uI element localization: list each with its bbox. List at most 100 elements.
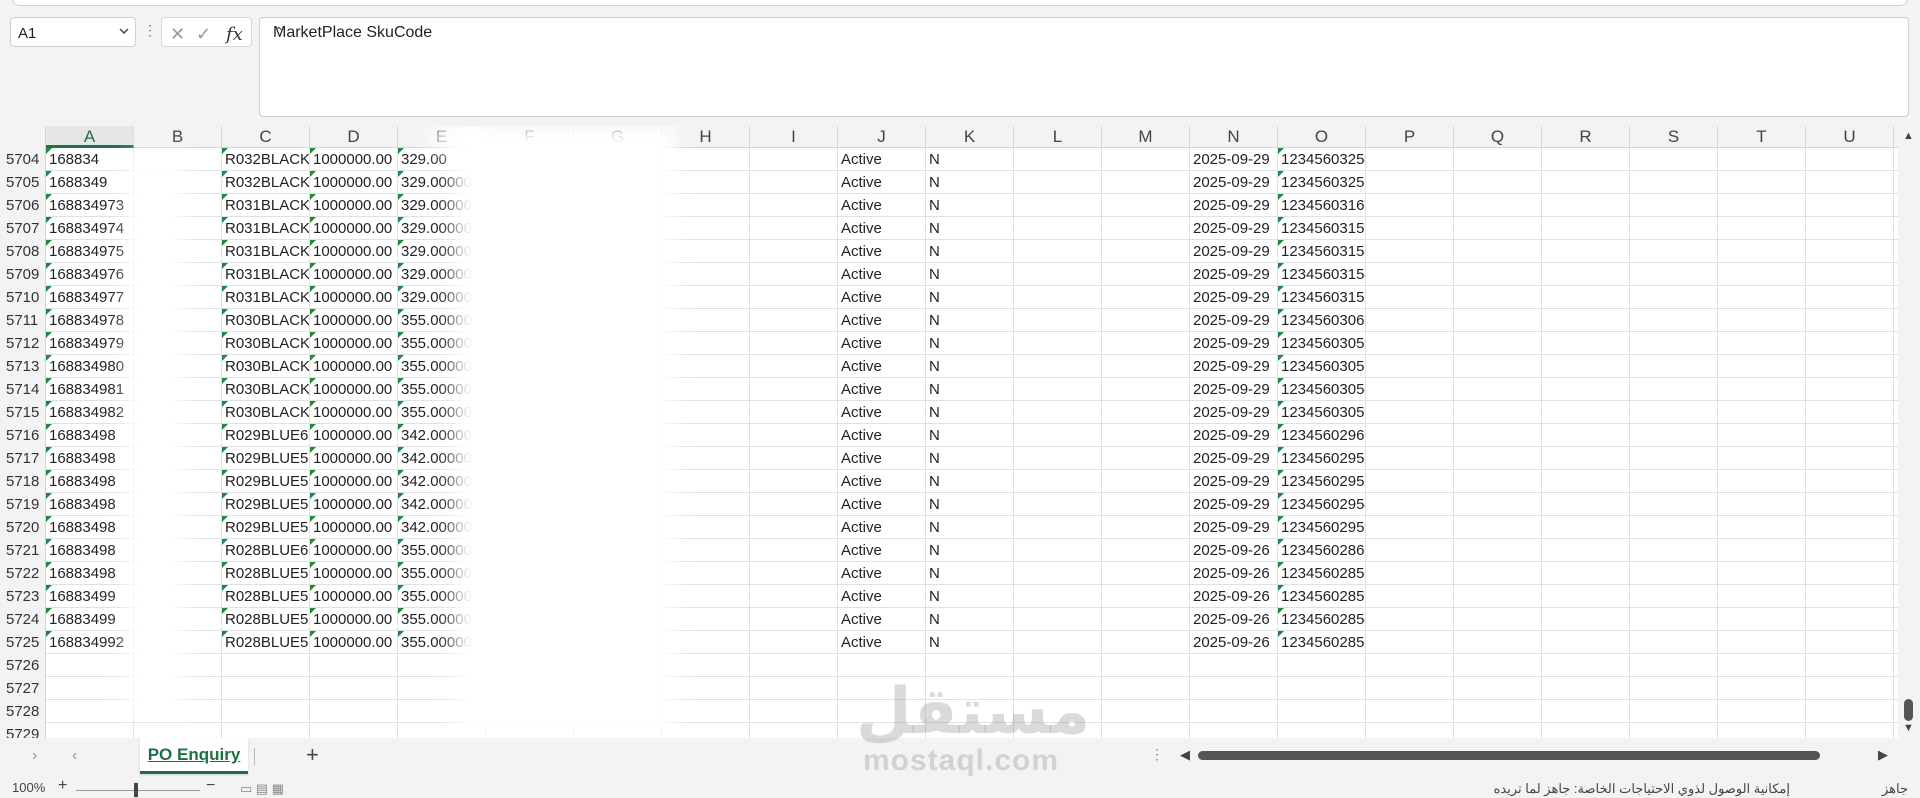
cell-t[interactable] [1718,562,1806,585]
cell-o[interactable]: 12345603152 [1278,286,1366,309]
cell-c[interactable]: R032BLACK! [222,148,310,171]
cell-t[interactable] [1718,700,1806,723]
cell-n[interactable]: 2025-09-29 [1190,516,1278,539]
cell-a[interactable]: 168834976 [46,263,134,286]
cell-a[interactable] [46,654,134,677]
cell-c[interactable]: R030BLACK! [222,378,310,401]
cell-u[interactable] [1806,309,1894,332]
cell-a[interactable]: 168834977 [46,286,134,309]
cell-s[interactable] [1630,585,1718,608]
cell-n[interactable] [1190,677,1278,700]
cell-d[interactable] [310,677,398,700]
cell-o[interactable]: 12345602958 [1278,447,1366,470]
cell-p[interactable] [1366,654,1454,677]
cell-h[interactable] [662,217,750,240]
cell-p[interactable] [1366,332,1454,355]
cell-n[interactable]: 2025-09-29 [1190,148,1278,171]
cell-d[interactable] [310,723,398,738]
cell-k[interactable]: N [926,470,1014,493]
row-header[interactable]: 5725 [0,631,46,654]
cell-l[interactable] [1014,562,1102,585]
cell-q[interactable] [1454,263,1542,286]
cell-q[interactable] [1454,148,1542,171]
cell-s[interactable] [1630,493,1718,516]
cell-d[interactable]: 1000000.00 [310,263,398,286]
cell-l[interactable] [1014,194,1102,217]
cell-c[interactable]: R029BLUE6( [222,424,310,447]
cell-o[interactable]: 12345603252 [1278,171,1366,194]
cell-d[interactable]: 1000000.00 [310,378,398,401]
cell-a[interactable]: 16883498 [46,424,134,447]
cell-a[interactable]: 168834982 [46,401,134,424]
cell-k[interactable]: N [926,217,1014,240]
cell-m[interactable] [1102,378,1190,401]
cell-l[interactable] [1014,516,1102,539]
row-header[interactable]: 5711 [0,309,46,332]
row-header[interactable]: 5724 [0,608,46,631]
cell-c[interactable]: R028BLUE5! [222,562,310,585]
row-header[interactable]: 5710 [0,286,46,309]
cell-h[interactable] [662,171,750,194]
cell-l[interactable] [1014,401,1102,424]
cell-o[interactable]: 12345603054 [1278,378,1366,401]
cell-d[interactable]: 1000000.00 [310,608,398,631]
cell-r[interactable] [1542,608,1630,631]
cell-c[interactable]: R030BLACK! [222,401,310,424]
cell-n[interactable]: 2025-09-29 [1190,286,1278,309]
cell-c[interactable] [222,654,310,677]
cancel-icon[interactable]: ✕ [170,24,185,45]
cell-k[interactable]: N [926,309,1014,332]
cell-o[interactable]: 12345602854 [1278,608,1366,631]
cell-p[interactable] [1366,194,1454,217]
cell-q[interactable] [1454,723,1542,738]
cell-m[interactable] [1102,493,1190,516]
cell-m[interactable] [1102,332,1190,355]
cell-t[interactable] [1718,217,1806,240]
cell-a[interactable] [46,677,134,700]
cell-i[interactable] [750,263,838,286]
cell-d[interactable]: 1000000.00 [310,401,398,424]
cell-t[interactable] [1718,631,1806,654]
cell-d[interactable]: 1000000.00 [310,355,398,378]
cell-q[interactable] [1454,194,1542,217]
cell-n[interactable]: 2025-09-29 [1190,493,1278,516]
cell-c[interactable]: R031BLACK! [222,240,310,263]
zoom-slider[interactable] [76,790,200,791]
cell-a[interactable]: 16883498 [46,470,134,493]
cell-m[interactable] [1102,700,1190,723]
prev-sheet-icon[interactable]: ‹ [72,747,77,765]
cell-o[interactable] [1278,700,1366,723]
cell-m[interactable] [1102,470,1190,493]
cell-o[interactable]: 12345603158 [1278,217,1366,240]
cell-m[interactable] [1102,240,1190,263]
cell-o[interactable]: 12345603156 [1278,240,1366,263]
column-header-j[interactable]: J [838,126,926,148]
row-header[interactable]: 5717 [0,447,46,470]
cell-k[interactable] [926,677,1014,700]
cell-s[interactable] [1630,631,1718,654]
row-header[interactable]: 5726 [0,654,46,677]
row-header[interactable]: 5720 [0,516,46,539]
cell-o[interactable]: 12345602956 [1278,470,1366,493]
cell-m[interactable] [1102,217,1190,240]
cell-t[interactable] [1718,309,1806,332]
cell-k[interactable]: N [926,585,1014,608]
cell-i[interactable] [750,194,838,217]
cell-i[interactable] [750,723,838,738]
cell-h[interactable] [662,240,750,263]
cell-r[interactable] [1542,470,1630,493]
cell-k[interactable]: N [926,539,1014,562]
cell-s[interactable] [1630,332,1718,355]
cell-p[interactable] [1366,562,1454,585]
cell-n[interactable]: 2025-09-29 [1190,263,1278,286]
cell-c[interactable]: R030BLACK( [222,309,310,332]
cell-s[interactable] [1630,608,1718,631]
cell-s[interactable] [1630,171,1718,194]
cell-h[interactable] [662,562,750,585]
cell-k[interactable]: N [926,447,1014,470]
cell-c[interactable]: R029BLUE5: [222,516,310,539]
cell-u[interactable] [1806,424,1894,447]
cell-p[interactable] [1366,516,1454,539]
cell-k[interactable]: N [926,608,1014,631]
cell-j[interactable]: Active [838,562,926,585]
